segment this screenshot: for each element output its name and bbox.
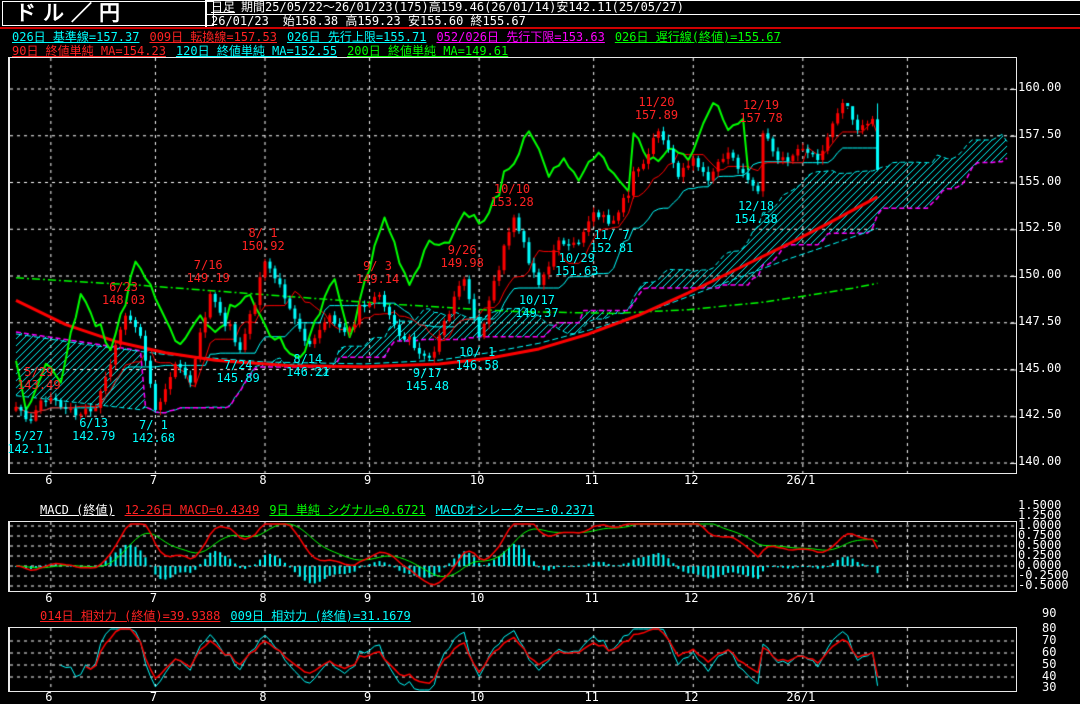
legend-senkou-upper: 026日 先行上限=155.71 <box>286 30 427 44</box>
month-label: 6 <box>45 690 53 704</box>
price-axis-label: 155.00 <box>1018 173 1062 188</box>
quote-date: 26/01/23 <box>211 14 269 28</box>
macd-chart-canvas[interactable] <box>8 521 1017 592</box>
macd-signal-value: 9日 単純 シグナル=0.6721 <box>269 503 426 517</box>
timeframe-label: 日足 <box>211 0 236 14</box>
legend-ma90: 90日 終値単純 MA=154.23 <box>12 44 166 58</box>
macd-axis-label: 0.7500 <box>1018 528 1062 542</box>
macd-osc-value: MACDオシレーター=-0.2371 <box>435 503 595 517</box>
quote-ohlc: 始158.38 高159.23 安155.60 終155.67 <box>282 14 526 28</box>
macd-title: MACD (終値) <box>40 503 115 517</box>
month-label: 11 <box>584 690 599 704</box>
rsi-axis-label: 70 <box>1042 633 1057 647</box>
price-axis-label: 142.50 <box>1018 407 1062 422</box>
macd-axis-label: -0.5000 <box>1018 578 1069 592</box>
legend-kijun: 026日 基準線=157.37 <box>12 30 140 44</box>
period-info-line: 日足 期間25/05/22〜26/01/23(175)高159.46(26/01/… <box>207 1 1080 15</box>
month-label: 6 <box>45 473 53 487</box>
ichimoku-legend: 026日 基準線=157.37 009日 転換線=157.53 026日 先行上限=… <box>12 31 791 44</box>
month-label: 12 <box>684 591 699 605</box>
rsi-axis-label: 80 <box>1042 621 1057 635</box>
month-label: 6 <box>45 591 53 605</box>
rsi-axis-label: 50 <box>1042 657 1057 671</box>
rsi-axis-label: 40 <box>1042 669 1057 683</box>
month-label: 26/1 <box>786 591 816 605</box>
header-divider <box>0 27 1080 29</box>
rsi9-value: 009日 相対力 (終値)=31.1679 <box>230 609 411 623</box>
symbol-title: ドル／円 <box>2 1 214 26</box>
chart-app-window: ドル／円 日足 期間25/05/22〜26/01/23(175)高159.46(2… <box>0 0 1080 704</box>
month-label: 26/1 <box>786 473 816 487</box>
macd-axis-label: 0.2500 <box>1018 548 1062 562</box>
month-label: 7 <box>149 591 158 605</box>
price-axis-label: 157.50 <box>1018 126 1062 141</box>
macd-axis-label: 1.2500 <box>1018 508 1062 522</box>
month-label: 9 <box>363 591 372 605</box>
price-axis-label: 140.00 <box>1018 454 1062 468</box>
legend-ma120: 120日 終値単純 MA=152.55 <box>175 44 338 58</box>
legend-senkou-lower: 052/026日 先行下限=153.63 <box>436 30 605 44</box>
rsi-axis-label: 30 <box>1042 680 1057 694</box>
month-label: 12 <box>684 690 699 704</box>
legend-ma200: 200日 終値単純 MA=149.61 <box>347 44 509 58</box>
month-label: 10 <box>469 473 485 487</box>
month-label: 7 <box>149 690 158 704</box>
month-label: 8 <box>259 591 267 605</box>
macd-value: 12-26日 MACD=0.4349 <box>124 503 260 517</box>
price-chart-canvas[interactable] <box>8 57 1017 474</box>
header-info: 日足 期間25/05/22〜26/01/23(175)高159.46(26/01/… <box>205 0 1080 28</box>
legend-tenkan: 009日 転換線=157.53 <box>149 30 277 44</box>
macd-axis-label: 0.0000 <box>1018 558 1062 572</box>
macd-axis-label: -0.2500 <box>1018 568 1069 582</box>
month-label: 8 <box>259 690 267 704</box>
price-axis-label: 160.00 <box>1018 80 1062 94</box>
month-label: 26/1 <box>786 690 816 704</box>
month-label: 10 <box>469 591 485 605</box>
price-axis-label: 145.00 <box>1018 360 1062 375</box>
period-text: 期間25/05/22〜26/01/23(175)高159.46(26/01/14… <box>241 0 684 14</box>
month-label: 12 <box>684 473 699 487</box>
month-label: 10 <box>469 690 485 704</box>
rsi14-value: 014日 相対力 (終値)=39.9388 <box>40 609 221 623</box>
legend-chikou: 026日 遅行線(終値)=155.67 <box>614 30 781 44</box>
macd-axis-label: 1.5000 <box>1018 498 1062 512</box>
macd-axis-label: 1.0000 <box>1018 518 1062 532</box>
month-label: 8 <box>259 473 267 487</box>
rsi-axis-label: 60 <box>1042 645 1057 659</box>
month-label: 11 <box>584 473 599 487</box>
price-axis-label: 150.00 <box>1018 267 1062 281</box>
rsi-axis-label: 90 <box>1042 606 1057 620</box>
month-label: 11 <box>584 591 599 605</box>
month-label: 9 <box>363 473 372 487</box>
macd-axis-label: 0.5000 <box>1018 538 1062 552</box>
macd-header: MACD (終値) 12-26日 MACD=0.4349 9日 単純 シグナル=0.… <box>40 504 604 517</box>
price-axis-label: 152.50 <box>1018 220 1062 235</box>
month-label: 7 <box>149 473 158 487</box>
month-label: 9 <box>363 690 372 704</box>
rsi-header: 014日 相対力 (終値)=39.9388 009日 相対力 (終値)=31.16… <box>40 610 421 623</box>
price-axis-label: 147.50 <box>1018 313 1062 328</box>
rsi-chart-canvas[interactable] <box>8 627 1017 692</box>
